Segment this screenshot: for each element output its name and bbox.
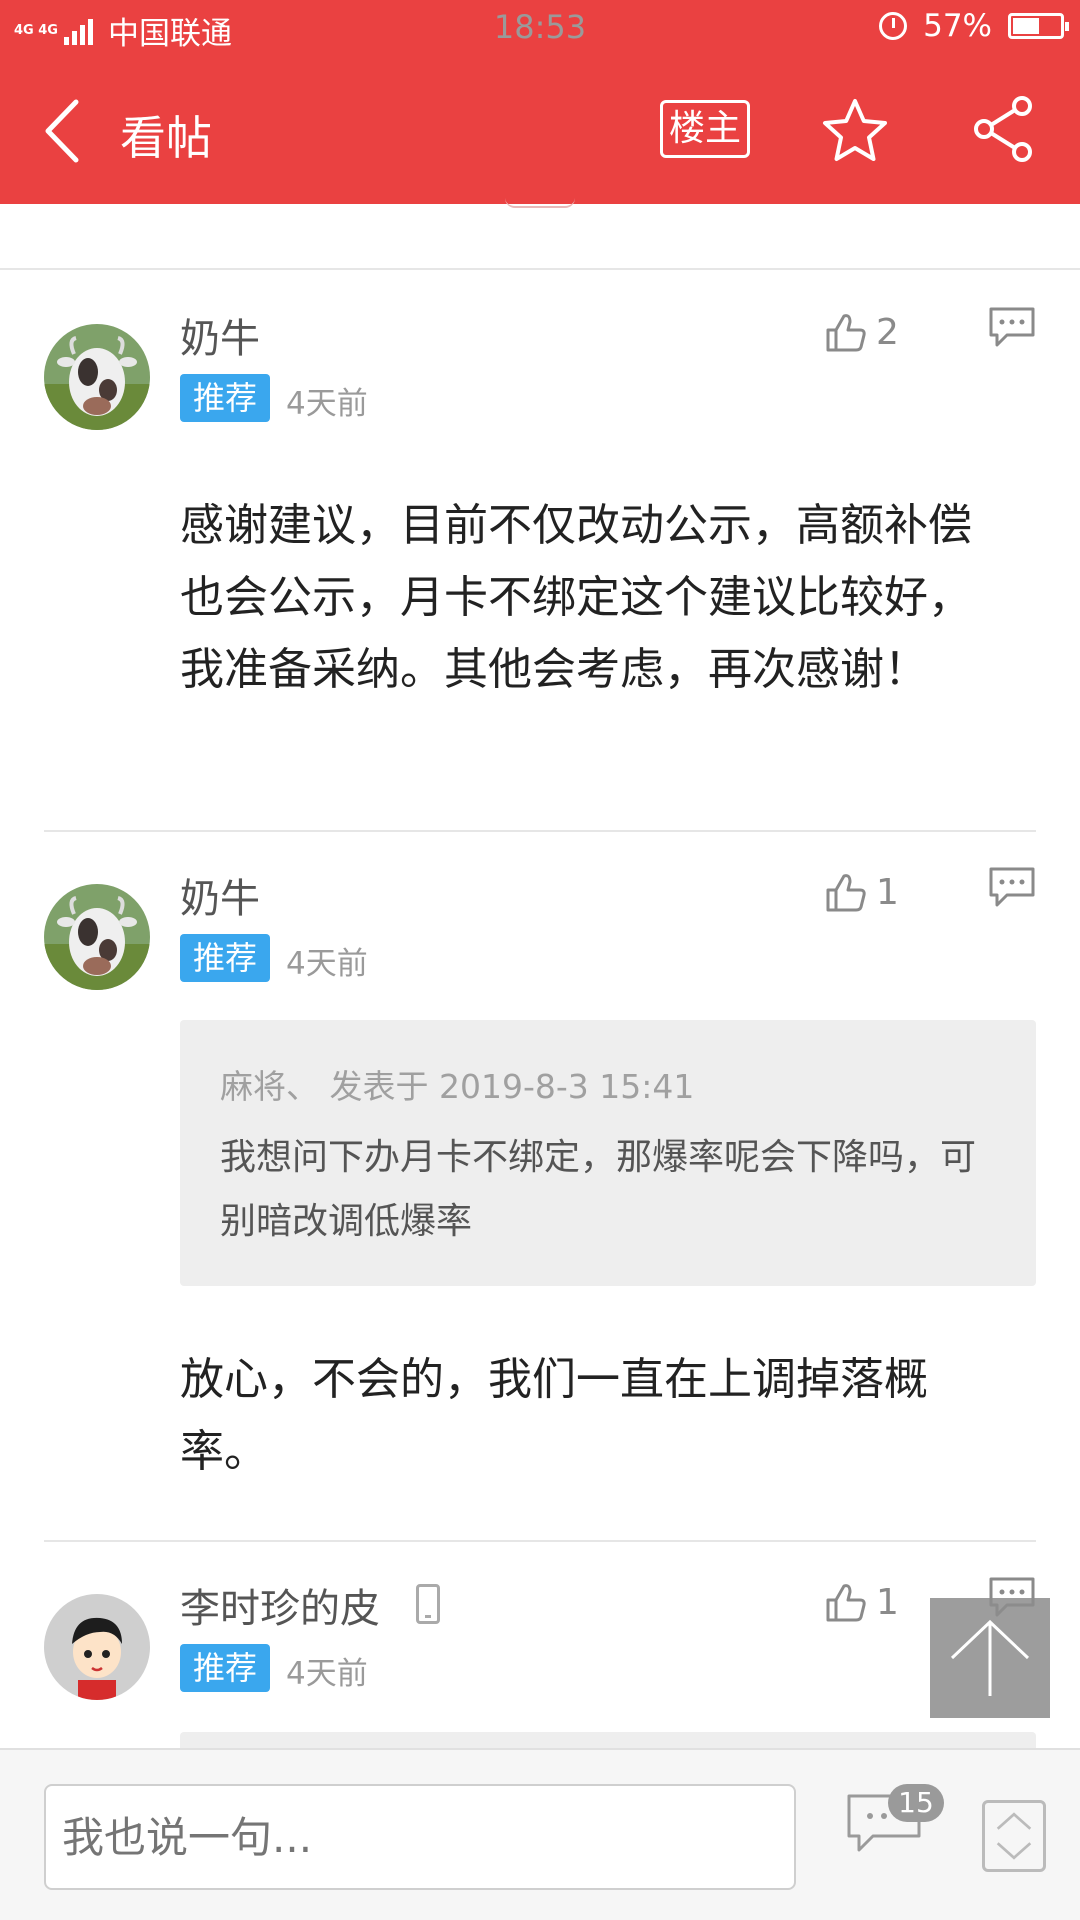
post-time: 4天前 <box>286 1656 368 1692</box>
only-owner-button[interactable]: 楼主 <box>660 100 750 158</box>
status-right: 57% <box>879 8 1069 44</box>
thumbs-up-icon <box>826 874 866 912</box>
page-up-down-icon[interactable] <box>982 1800 1046 1872</box>
post-view-screen: 4G 4G 中国联通 18:53 57% 看帖 楼主 奶牛 推荐 4天前 2 感… <box>0 0 1080 1920</box>
cow-avatar-icon <box>44 324 150 430</box>
back-icon[interactable] <box>40 96 100 166</box>
battery-icon <box>1008 13 1069 39</box>
divider <box>44 830 1036 832</box>
username[interactable]: 奶牛 <box>180 866 260 924</box>
comment-count-badge: 15 <box>888 1784 944 1822</box>
avatar[interactable] <box>44 1594 150 1700</box>
like-count: 1 <box>876 1581 899 1623</box>
comment-input[interactable] <box>44 1784 796 1890</box>
bottom-bar: 15 <box>0 1748 1080 1920</box>
mobile-device-icon <box>416 1584 440 1624</box>
username[interactable]: 奶牛 <box>180 306 260 364</box>
like-button[interactable]: 2 <box>824 310 899 354</box>
battery-percent: 57% <box>923 8 992 44</box>
nav-bar: 看帖 楼主 <box>0 60 1080 204</box>
avatar[interactable] <box>44 324 150 430</box>
like-button[interactable]: 1 <box>824 870 899 914</box>
cartoon-boy-avatar-icon <box>44 1594 150 1700</box>
username[interactable]: 李时珍的皮 <box>180 1576 380 1634</box>
share-icon[interactable] <box>970 94 1040 164</box>
star-icon[interactable] <box>820 96 890 166</box>
thumbs-up-icon <box>826 314 866 352</box>
scroll-to-top-button[interactable] <box>930 1598 1050 1718</box>
thumbs-up-icon <box>826 1584 866 1622</box>
recommend-badge: 推荐 <box>180 374 270 422</box>
divider <box>0 268 1080 270</box>
post-content: 放心，不会的，我们一直在上调掉落概率。 <box>180 1354 928 1477</box>
reply-icon[interactable] <box>988 866 1036 908</box>
page-title: 看帖 <box>120 111 212 165</box>
divider <box>44 1540 1036 1542</box>
quoted-reply[interactable]: 麻将、 发表于 2019-8-3 15:41 我想问下办月卡不绑定，那爆率呢会下… <box>180 1020 1036 1286</box>
status-bar: 4G 4G 中国联通 18:53 57% <box>0 0 1080 60</box>
post-time: 4天前 <box>286 946 368 982</box>
avatar[interactable] <box>44 884 150 990</box>
quote-content: 我想问下办月卡不绑定，那爆率呢会下降吗，可别暗改调低爆率 <box>220 1137 977 1242</box>
like-button[interactable]: 1 <box>824 1580 899 1624</box>
alarm-icon <box>879 12 908 40</box>
reply-icon[interactable] <box>988 306 1036 348</box>
quote-header: 麻将、 发表于 2019-8-3 15:41 <box>220 1067 695 1106</box>
recommend-badge: 推荐 <box>180 934 270 982</box>
battery-fill <box>1013 18 1040 34</box>
post-content: 感谢建议，目前不仅改动公示，高额补偿也会公示，月卡不绑定这个建议比较好，我准备采… <box>180 500 972 695</box>
previous-content-edge <box>505 198 575 208</box>
cow-avatar-icon <box>44 884 150 990</box>
recommend-badge: 推荐 <box>180 1644 270 1692</box>
post-time: 4天前 <box>286 386 368 422</box>
like-count: 2 <box>876 311 899 353</box>
like-count: 1 <box>876 871 899 913</box>
